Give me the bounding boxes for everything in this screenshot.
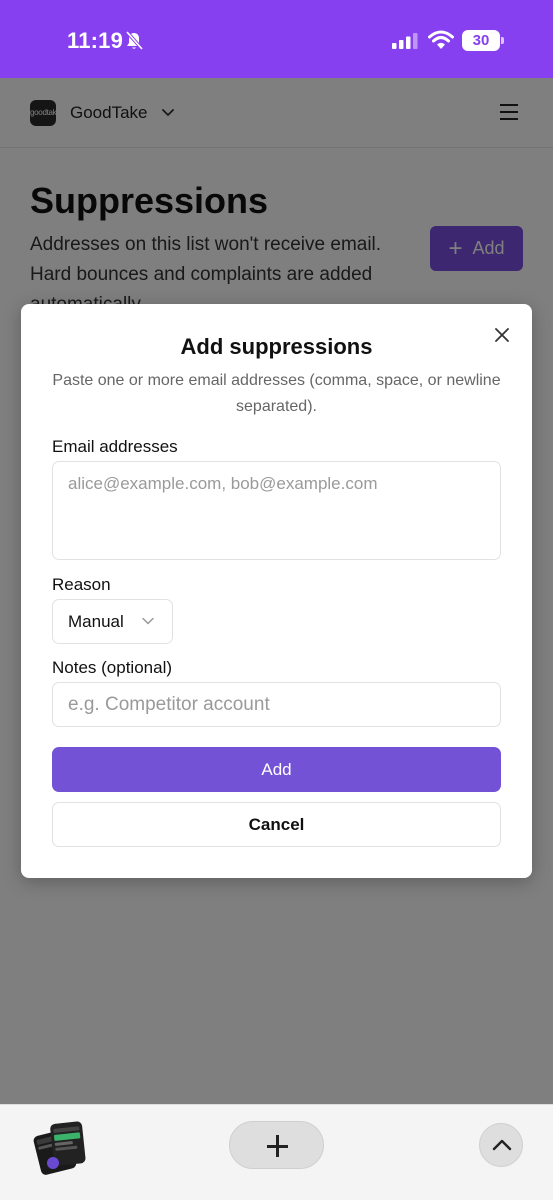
signal-icon (392, 33, 418, 49)
chevron-up-icon (492, 1139, 512, 1151)
new-tab-button[interactable] (229, 1121, 324, 1169)
dialog-description: Paste one or more email addresses (comma… (52, 372, 501, 415)
battery-level: 30 (462, 30, 500, 51)
reason-select[interactable]: Manual (52, 599, 173, 644)
tabs-overview-icon[interactable] (30, 1119, 88, 1177)
reason-selected-value: Manual (68, 612, 124, 631)
bell-slash-icon (125, 31, 143, 51)
dialog-title: Add suppressions (180, 334, 373, 359)
browser-bottom-bar (0, 1104, 553, 1200)
notes-label: Notes (optional) (52, 658, 173, 677)
reason-label: Reason (52, 575, 111, 594)
email-addresses-label: Email addresses (52, 437, 178, 456)
cancel-button[interactable]: Cancel (52, 802, 501, 847)
submit-add-button[interactable]: Add (52, 747, 501, 792)
battery-cap (501, 37, 504, 44)
battery-indicator: 30 (462, 30, 504, 51)
add-suppressions-dialog: Add suppressions Paste one or more email… (21, 304, 532, 878)
scroll-up-button[interactable] (479, 1123, 523, 1167)
status-bar: 11:19 30 (0, 0, 553, 78)
status-time: 11:19 (67, 28, 124, 53)
wifi-icon (428, 30, 454, 49)
email-addresses-input[interactable]: alice@example.com, bob@example.com (52, 461, 501, 560)
notes-input[interactable]: e.g. Competitor account (52, 682, 501, 727)
chevron-down-icon (142, 617, 154, 625)
